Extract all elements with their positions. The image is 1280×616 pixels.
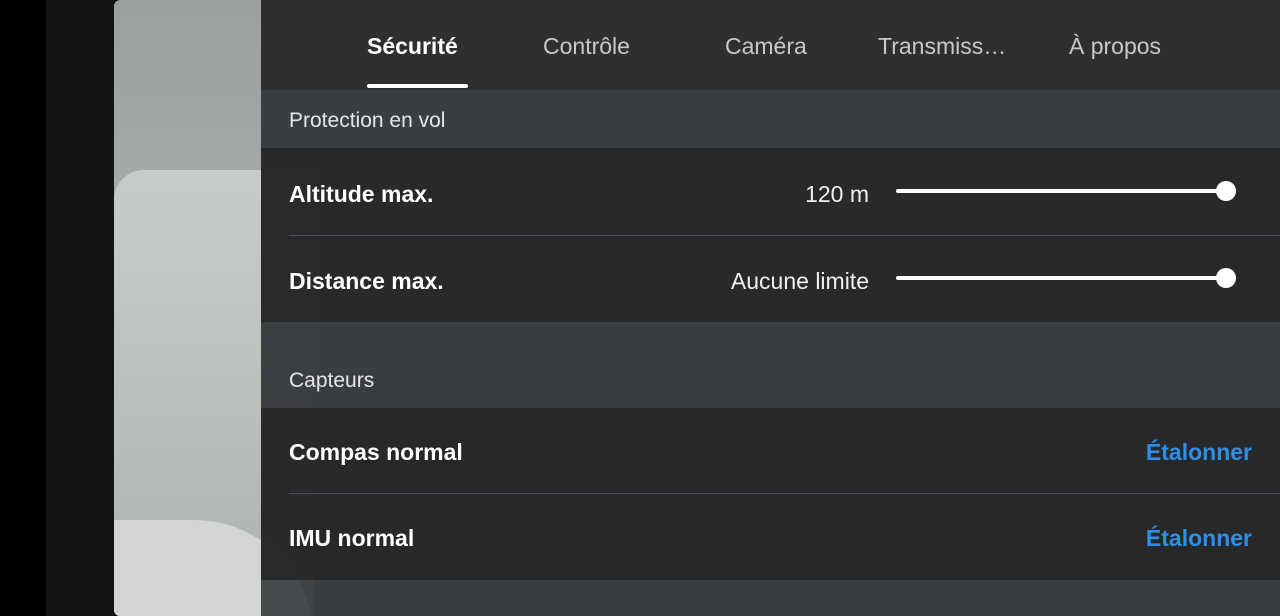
imu-status: IMU normal: [289, 525, 415, 551]
section-sensors-header: Capteurs: [261, 322, 1280, 408]
active-tab-indicator: [367, 84, 468, 88]
slider-fill: [896, 189, 1236, 193]
tab-securite[interactable]: Sécurité: [367, 33, 458, 60]
tab-a-propos[interactable]: À propos: [1069, 33, 1161, 60]
slider-thumb[interactable]: [1216, 268, 1236, 288]
distance-label: Distance max.: [289, 268, 444, 294]
imu-calibrate-button[interactable]: Étalonner: [1146, 525, 1252, 552]
row-divider: [289, 493, 1280, 494]
section-title: Capteurs: [289, 369, 375, 392]
compass-calibrate-button[interactable]: Étalonner: [1146, 439, 1252, 466]
distance-value: Aucune limite: [730, 268, 869, 294]
sensors-group: Compas normal Étalonner IMU normal Étalo…: [261, 408, 1280, 580]
tab-camera[interactable]: Caméra: [725, 33, 807, 60]
altitude-slider[interactable]: [896, 181, 1236, 201]
settings-panel: Sécurité Contrôle Caméra Transmiss… À pr…: [261, 0, 1280, 616]
tab-bar: Sécurité Contrôle Caméra Transmiss… À pr…: [261, 0, 1280, 90]
slider-thumb[interactable]: [1216, 181, 1236, 201]
flight-protection-group: Altitude max. 120 m Distance max. Aucune…: [261, 148, 1280, 322]
tab-transmission[interactable]: Transmiss…: [878, 33, 1006, 60]
section-title: Protection en vol: [289, 109, 446, 132]
distance-slider[interactable]: [896, 268, 1236, 288]
slider-fill: [896, 276, 1236, 280]
tab-controle[interactable]: Contrôle: [543, 33, 630, 60]
screen-edge: [0, 0, 46, 616]
altitude-label: Altitude max.: [289, 181, 434, 207]
row-divider: [289, 235, 1280, 236]
section-flight-protection-header: Protection en vol: [261, 90, 1280, 148]
compass-status: Compas normal: [289, 439, 463, 465]
side-bezel: [46, 0, 114, 616]
altitude-value: 120 m: [805, 181, 869, 207]
